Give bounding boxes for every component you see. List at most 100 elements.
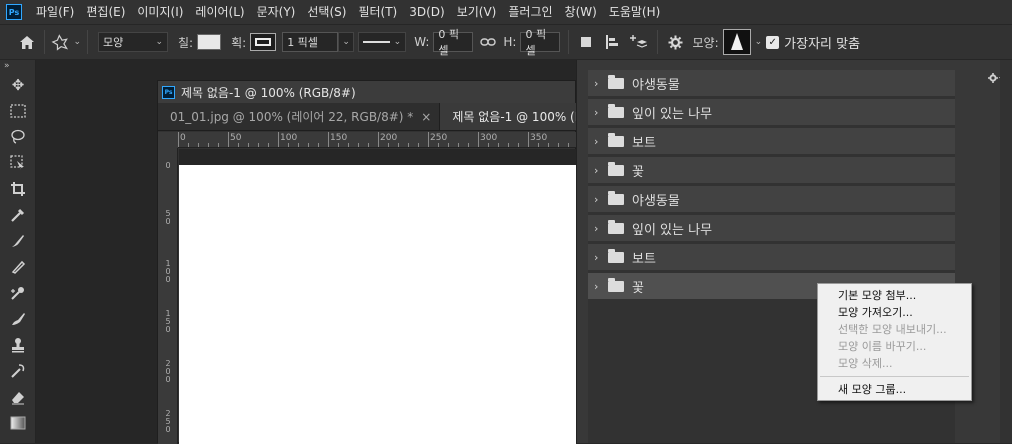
shape-picker[interactable]	[722, 29, 751, 55]
ruler-tick	[378, 132, 379, 147]
ruler-tick	[268, 143, 269, 147]
clone-stamp-tool-icon[interactable]	[0, 280, 36, 306]
ruler-tick	[348, 143, 349, 147]
menu-type[interactable]: 문자(Y)	[251, 0, 302, 24]
history-brush-tool-icon[interactable]	[0, 306, 36, 332]
photoshop-doc-icon: Ps	[162, 85, 175, 99]
ruler-tick	[248, 143, 249, 147]
document-titlebar[interactable]: Ps 제목 없음-1 @ 100% (RGB/8#)	[158, 81, 575, 103]
ruler-tick	[408, 143, 409, 147]
chevron-right-icon[interactable]: ›	[594, 193, 604, 206]
ruler-tick	[518, 143, 519, 147]
menu-layer[interactable]: 레이어(L)	[189, 0, 250, 24]
menu-plugins[interactable]: 플러그인	[502, 0, 558, 24]
panel-scroll-strip[interactable]	[1000, 60, 1012, 443]
menu-item-export-selected-shapes[interactable]: 선택한 모양 내보내기...	[818, 321, 971, 338]
ruler-tick	[258, 143, 259, 147]
horizontal-ruler[interactable]: 0 50 100 150 200 250 300 350	[178, 132, 576, 148]
path-alignment-icon[interactable]	[601, 31, 623, 53]
stamp-tool-icon[interactable]	[0, 332, 36, 358]
align-edges-label: 가장자리 맞춤	[784, 36, 861, 52]
ruler-tick	[238, 143, 239, 147]
document-title: 제목 없음-1 @ 100% (RGB/8#)	[181, 85, 356, 100]
shape-group-item[interactable]: › 꽃	[588, 157, 955, 183]
shape-group-item[interactable]: › 야생동물	[588, 70, 955, 96]
shape-label: 모양:	[692, 35, 719, 50]
stroke-swatch[interactable]	[250, 33, 277, 51]
width-label: W:	[414, 35, 430, 49]
chevron-down-icon[interactable]: ⌄	[755, 37, 763, 47]
art-history-brush-icon[interactable]	[0, 358, 36, 384]
menu-view[interactable]: 보기(V)	[451, 0, 503, 24]
menu-item-rename-shape[interactable]: 모양 이름 바꾸기...	[818, 338, 971, 355]
object-selection-tool-icon[interactable]	[0, 150, 36, 176]
menu-item-delete-shape[interactable]: 모양 삭제...	[818, 355, 971, 372]
menu-item-append-default-shapes[interactable]: 기본 모양 첨부...	[818, 287, 971, 304]
link-icon[interactable]	[477, 31, 499, 53]
ruler-tick	[568, 143, 569, 147]
crop-tool-icon[interactable]	[0, 176, 36, 202]
ruler-tick	[438, 143, 439, 147]
shape-group-item[interactable]: › 야생동물	[588, 186, 955, 212]
healing-brush-tool-icon[interactable]	[0, 228, 36, 254]
menu-item-new-shape-group[interactable]: 새 모양 그룹...	[818, 381, 971, 398]
menu-file[interactable]: 파일(F)	[30, 0, 80, 24]
chevron-right-icon[interactable]: ›	[594, 135, 604, 148]
ruler-h-label: 100	[280, 133, 298, 143]
chevron-right-icon[interactable]: ›	[594, 280, 604, 293]
height-field[interactable]: 0 픽셀	[520, 28, 561, 57]
marquee-tool-icon[interactable]	[0, 98, 36, 124]
ruler-origin[interactable]	[158, 132, 178, 148]
menu-help[interactable]: 도움말(H)	[603, 0, 667, 24]
shape-group-item[interactable]: › 보트	[588, 244, 955, 270]
fill-swatch[interactable]	[197, 34, 222, 50]
stroke-width-dropdown[interactable]: ⌄	[338, 32, 355, 52]
menu-item-import-shapes[interactable]: 모양 가져오기...	[818, 304, 971, 321]
menu-edit[interactable]: 편집(E)	[80, 0, 131, 24]
chevron-right-icon[interactable]: ›	[594, 106, 604, 119]
vertical-ruler[interactable]: 0 5 0 1 0 0 1 5 0 2 0 0 2 5 0	[158, 148, 178, 444]
custom-shape-tool-icon[interactable]: ⌄	[51, 31, 81, 53]
folder-icon	[608, 190, 624, 205]
home-icon[interactable]	[16, 31, 38, 53]
ruler-tick	[298, 143, 299, 147]
shape-group-label: 잎이 있는 나무	[632, 106, 713, 122]
shape-group-item[interactable]: › 잎이 있는 나무	[588, 215, 955, 241]
move-tool-icon[interactable]: ✥	[0, 72, 36, 98]
eyedropper-tool-icon[interactable]	[0, 202, 36, 228]
shape-group-item[interactable]: › 보트	[588, 128, 955, 154]
tool-mode-select[interactable]: 모양 ⌄	[98, 32, 168, 52]
chevron-right-icon[interactable]: ›	[594, 222, 604, 235]
menu-image[interactable]: 이미지(I)	[131, 0, 189, 24]
chevron-right-icon[interactable]: ›	[594, 251, 604, 264]
width-field[interactable]: 0 픽셀	[433, 28, 474, 57]
collapse-toolbar-icon[interactable]: »	[0, 60, 35, 72]
path-arrangement-icon[interactable]	[627, 31, 649, 53]
tab-document-1[interactable]: 01_01.jpg @ 100% (레이어 22, RGB/8#) * ×	[158, 103, 441, 130]
menu-select[interactable]: 선택(S)	[301, 0, 352, 24]
align-edges-checkbox[interactable]: ✓	[766, 35, 780, 49]
gear-icon[interactable]	[664, 31, 686, 53]
shape-group-item[interactable]: › 잎이 있는 나무	[588, 99, 955, 125]
close-icon[interactable]: ×	[421, 110, 431, 124]
ruler-tick	[488, 143, 489, 147]
eraser-tool-icon[interactable]	[0, 384, 36, 410]
brush-tool-icon[interactable]	[0, 254, 36, 280]
menu-filter[interactable]: 필터(T)	[352, 0, 403, 24]
ruler-tick	[508, 143, 509, 147]
stroke-width-field[interactable]: 1 픽셀	[282, 32, 339, 52]
canvas-document[interactable]	[179, 165, 576, 444]
gradient-tool-icon[interactable]	[0, 410, 36, 436]
options-bar: ⌄ 모양 ⌄ 칠: 획: 1 픽셀 ⌄ ⌄ W: 0 픽셀 H: 0 픽셀 모양…	[0, 24, 1012, 60]
chevron-right-icon[interactable]: ›	[594, 164, 604, 177]
menu-3d[interactable]: 3D(D)	[403, 0, 450, 24]
menu-window[interactable]: 창(W)	[559, 0, 603, 24]
folder-icon	[608, 219, 624, 234]
path-operations-icon[interactable]	[575, 31, 597, 53]
lasso-tool-icon[interactable]	[0, 124, 36, 150]
ruler-tick	[388, 143, 389, 147]
chevron-right-icon[interactable]: ›	[594, 77, 604, 90]
stroke-type-select[interactable]: ⌄	[358, 32, 407, 52]
height-label: H:	[503, 35, 517, 49]
ruler-h-label: 50	[230, 133, 242, 143]
